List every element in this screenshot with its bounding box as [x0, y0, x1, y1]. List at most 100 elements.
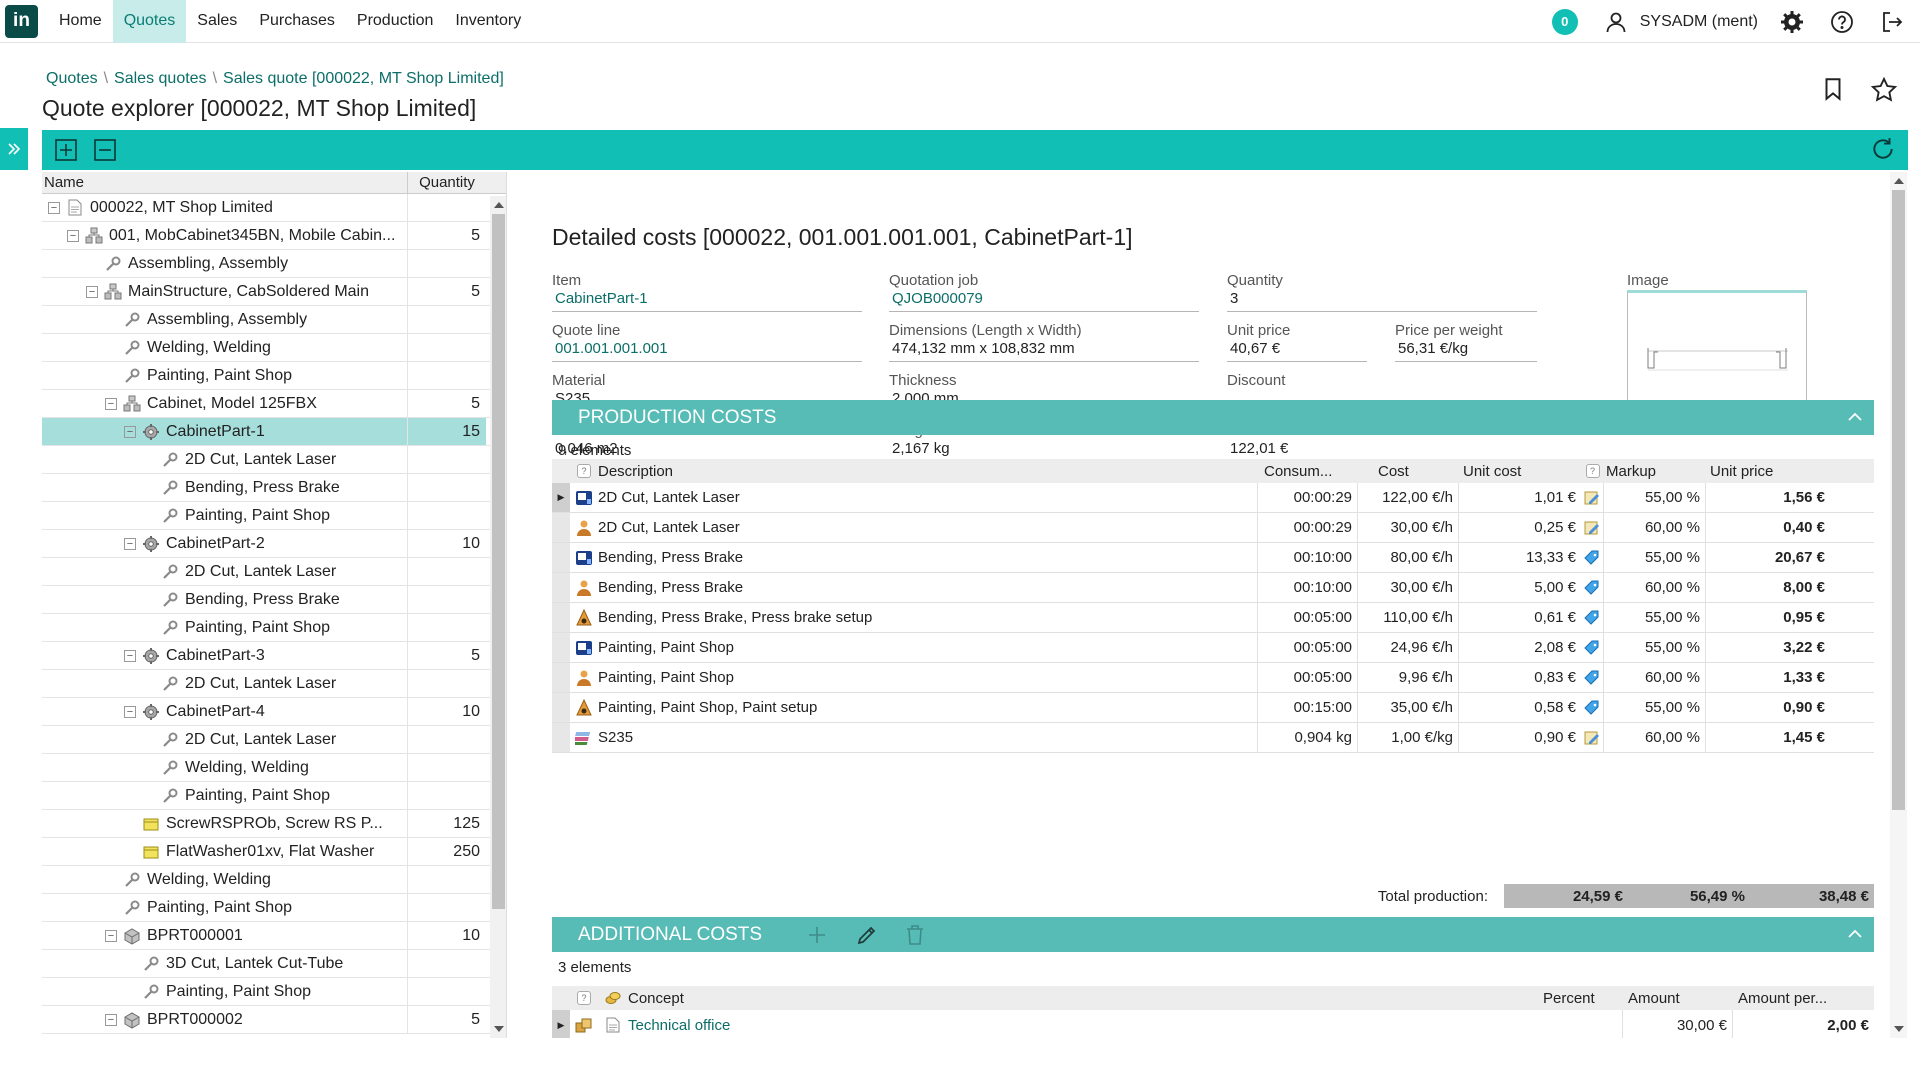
column-unit-cost[interactable]: Unit cost: [1459, 459, 1581, 483]
row-selector[interactable]: [552, 633, 570, 662]
note-icon[interactable]: [1581, 723, 1604, 752]
row-selector[interactable]: [552, 603, 570, 632]
tree-row[interactable]: Painting, Paint Shop: [42, 614, 506, 642]
production-cost-row[interactable]: Bending, Press Brake 00:10:00 30,00 €/h 5,0…: [552, 573, 1874, 603]
tree-row[interactable]: 2D Cut, Lantek Laser: [42, 558, 506, 586]
production-costs-header[interactable]: PRODUCTION COSTS: [552, 400, 1874, 435]
production-cost-row[interactable]: ▶ 2D Cut, Lantek Laser 00:00:29 122,00 €/h 1…: [552, 483, 1874, 513]
tree-row[interactable]: Assembling, Assembly: [42, 250, 506, 278]
nav-inventory[interactable]: Inventory: [444, 0, 532, 43]
edit-pencil-icon[interactable]: [855, 923, 879, 947]
breadcrumb-sales-quote[interactable]: Sales quote [000022, MT Shop Limited]: [223, 70, 504, 88]
tree-row[interactable]: 2D Cut, Lantek Laser: [42, 446, 506, 474]
tag-icon[interactable]: [1581, 573, 1604, 602]
production-cost-row[interactable]: Painting, Paint Shop 00:05:00 24,96 €/h 2,0…: [552, 633, 1874, 663]
tree-collapse-toggle[interactable]: −: [124, 425, 136, 438]
tree-collapse-toggle[interactable]: −: [86, 285, 98, 298]
tree-collapse-toggle[interactable]: −: [105, 929, 117, 942]
production-cost-row[interactable]: Bending, Press Brake 00:10:00 80,00 €/h 13,…: [552, 543, 1874, 573]
collapse-all-button[interactable]: [91, 136, 119, 164]
note-icon[interactable]: [1581, 513, 1604, 542]
column-percent[interactable]: Percent: [1543, 986, 1623, 1010]
tree-column-name[interactable]: Name: [42, 172, 408, 193]
tag-icon[interactable]: [1581, 543, 1604, 572]
nav-purchases[interactable]: Purchases: [248, 0, 346, 43]
row-selector[interactable]: ▶: [552, 1010, 570, 1038]
tree-collapse-toggle[interactable]: −: [67, 229, 79, 242]
detail-scrollbar-thumb[interactable]: [1892, 190, 1905, 810]
tree-row[interactable]: Painting, Paint Shop: [42, 502, 506, 530]
scroll-up-arrow[interactable]: [494, 202, 504, 208]
tree-collapse-toggle[interactable]: −: [124, 537, 136, 550]
tree-collapse-toggle[interactable]: −: [48, 201, 60, 214]
quote-line-link[interactable]: 001.001.001.001: [552, 340, 862, 357]
breadcrumb-sales-quotes[interactable]: Sales quotes: [114, 70, 207, 88]
add-icon[interactable]: [806, 924, 828, 946]
tree-row[interactable]: − Cabinet, Model 125FBX 5: [42, 390, 506, 418]
scroll-down-arrow[interactable]: [1894, 1026, 1904, 1032]
production-cost-row[interactable]: Bending, Press Brake, Press brake setup 0…: [552, 603, 1874, 633]
row-selector[interactable]: [552, 543, 570, 572]
tree-collapse-toggle[interactable]: −: [105, 397, 117, 410]
tree-row[interactable]: Assembling, Assembly: [42, 306, 506, 334]
tree-row[interactable]: FlatWasher01xv, Flat Washer 250: [42, 838, 506, 866]
tree-collapse-toggle[interactable]: −: [124, 649, 136, 662]
expand-all-button[interactable]: [52, 136, 80, 164]
tag-icon[interactable]: [1581, 603, 1604, 632]
column-concept[interactable]: Concept: [628, 986, 1543, 1010]
tree-row[interactable]: 3D Cut, Lantek Cut-Tube: [42, 950, 506, 978]
tree-scrollbar-thumb[interactable]: [492, 214, 505, 909]
nav-home[interactable]: Home: [48, 0, 113, 43]
column-amount[interactable]: Amount: [1623, 986, 1733, 1010]
tag-icon[interactable]: [1581, 663, 1604, 692]
tree-row[interactable]: Welding, Welding: [42, 754, 506, 782]
tree-row[interactable]: − CabinetPart-1 15: [42, 418, 506, 446]
column-cost[interactable]: Cost: [1358, 459, 1459, 483]
tree-row[interactable]: Bending, Press Brake: [42, 474, 506, 502]
help-icon[interactable]: [1828, 8, 1856, 36]
note-icon[interactable]: [1581, 483, 1604, 512]
user-icon[interactable]: [1602, 8, 1630, 36]
tree-row[interactable]: Painting, Paint Shop: [42, 894, 506, 922]
tag-icon[interactable]: [1581, 633, 1604, 662]
tree-row[interactable]: Welding, Welding: [42, 866, 506, 894]
settings-gear-icon[interactable]: [1778, 8, 1806, 36]
user-name[interactable]: SYSADM (ment): [1640, 13, 1758, 31]
tree-row[interactable]: − 000022, MT Shop Limited: [42, 194, 506, 222]
column-unit-price[interactable]: Unit price: [1706, 459, 1830, 483]
star-icon[interactable]: [1870, 76, 1898, 109]
column-consum[interactable]: Consum...: [1258, 459, 1358, 483]
tree-row[interactable]: Painting, Paint Shop: [42, 978, 506, 1006]
production-cost-row[interactable]: S235 0,904 kg 1,00 €/kg 0,90 € 60,00 % 1,45 €: [552, 723, 1874, 753]
row-selector[interactable]: [552, 693, 570, 722]
item-link[interactable]: CabinetPart-1: [552, 290, 862, 307]
breadcrumb-quotes[interactable]: Quotes: [46, 70, 98, 88]
tree-row[interactable]: 2D Cut, Lantek Laser: [42, 670, 506, 698]
nav-sales[interactable]: Sales: [186, 0, 248, 43]
column-amount-per[interactable]: Amount per...: [1733, 986, 1874, 1010]
row-selector[interactable]: [552, 573, 570, 602]
logout-icon[interactable]: [1878, 8, 1906, 36]
notifications-badge[interactable]: 0: [1551, 8, 1578, 35]
tree-column-quantity[interactable]: Quantity: [408, 172, 486, 193]
tree-row[interactable]: − CabinetPart-2 10: [42, 530, 506, 558]
tree-collapse-toggle[interactable]: −: [124, 705, 136, 718]
tree-collapse-toggle[interactable]: −: [105, 1013, 117, 1026]
detail-scrollbar[interactable]: [1890, 172, 1907, 1038]
row-selector[interactable]: ▶: [552, 483, 570, 512]
tree-row[interactable]: Painting, Paint Shop: [42, 782, 506, 810]
row-selector[interactable]: [552, 513, 570, 542]
part-image[interactable]: [1627, 290, 1807, 417]
tree-row[interactable]: − BPRT000001 10: [42, 922, 506, 950]
tree-row[interactable]: − MainStructure, CabSoldered Main 5: [42, 278, 506, 306]
tree-row[interactable]: − BPRT000002 5: [42, 1006, 506, 1034]
tree-row[interactable]: Welding, Welding: [42, 334, 506, 362]
bookmark-icon[interactable]: [1820, 76, 1846, 109]
delete-trash-icon[interactable]: [905, 924, 925, 946]
tree-row[interactable]: Bending, Press Brake: [42, 586, 506, 614]
tree-scrollbar[interactable]: [490, 196, 506, 1038]
production-cost-row[interactable]: Painting, Paint Shop, Paint setup 00:15:0…: [552, 693, 1874, 723]
tree-row[interactable]: − 001, MobCabinet345BN, Mobile Cabin... 5: [42, 222, 506, 250]
production-cost-row[interactable]: Painting, Paint Shop 00:05:00 9,96 €/h 0,83…: [552, 663, 1874, 693]
chevron-up-icon[interactable]: [1846, 925, 1864, 943]
